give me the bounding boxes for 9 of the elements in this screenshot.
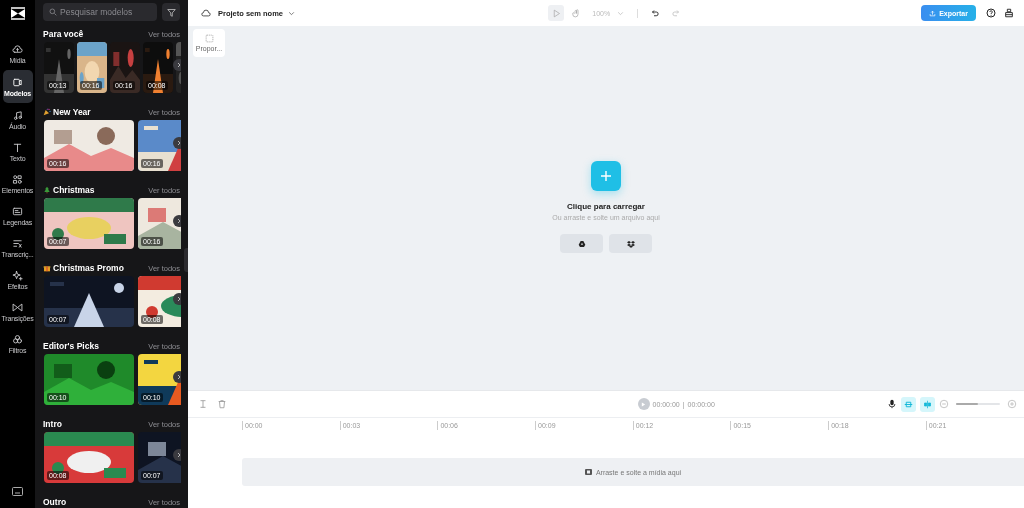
search-field[interactable]: Pesquisar modelos: [43, 3, 157, 21]
section-title: Editor's Picks: [43, 341, 100, 351]
section-title: Christmas: [53, 185, 96, 195]
section-title: Intro: [43, 419, 63, 429]
section-title: Outro: [43, 497, 68, 507]
section-title: Para você: [43, 29, 85, 39]
section-title: Christmas Promo: [53, 263, 125, 273]
section-title: New Year: [53, 107, 92, 117]
upload-title: Clique para carregar: [567, 202, 645, 211]
